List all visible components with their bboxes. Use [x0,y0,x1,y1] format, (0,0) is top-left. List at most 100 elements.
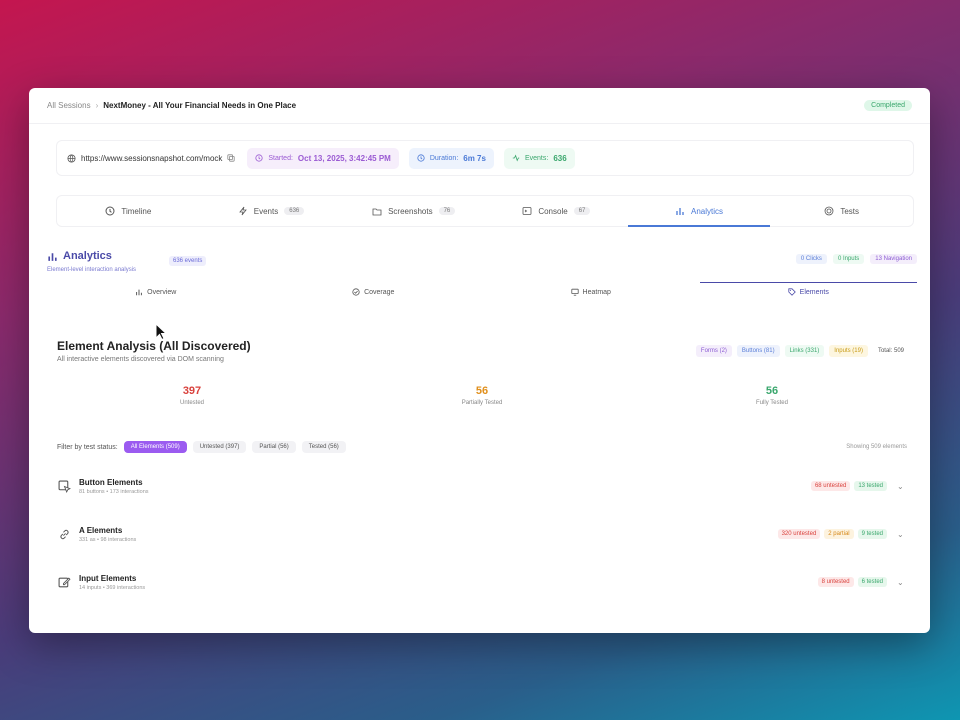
summary-value: 397 [182,385,202,397]
session-url: https://www.sessionsnapshot.com/mock [65,154,237,163]
test-summary: 397 Untested 56 Partially Tested 56 Full… [47,385,917,406]
element-group-input[interactable]: Input Elements 14 inputs • 369 interacti… [57,564,907,600]
group-name: Button Elements [79,477,143,487]
tested-pill: 9 tested [857,529,887,539]
breadcrumb-separator: › [95,101,99,110]
element-group-a[interactable]: A Elements 331 as • 98 interactions 320 … [57,516,907,552]
group-name: Input Elements [79,573,137,583]
subtab-coverage[interactable]: Coverage [265,283,483,301]
group-meta: 14 inputs • 369 interactions [79,584,146,591]
breadcrumb-root[interactable]: All Sessions [47,101,91,110]
session-url-text: https://www.sessionsnapshot.com/mock [81,153,223,163]
summary-caption: Untested [179,400,204,406]
status-badge: Completed [864,100,912,111]
tab-events[interactable]: Events 636 [200,196,343,226]
filter-partial-button[interactable]: Partial (56) [252,441,296,453]
element-analysis-panel: Element Analysis (All Discovered) All in… [47,323,917,623]
analytics-stats: 0 Clicks 0 Inputs 13 Navigation [795,254,917,264]
tested-pill: 6 tested [857,577,887,587]
globe-icon [67,153,76,163]
buttons-count: Buttons (81) [736,345,780,357]
tab-count: 67 [573,207,591,215]
element-group-button[interactable]: Button Elements 81 buttons • 173 interac… [57,468,907,504]
copy-icon[interactable] [227,154,235,162]
links-count: Links (331) [784,345,825,357]
link-icon [57,527,71,541]
element-analysis-title: Element Analysis (All Discovered) [57,339,251,353]
target-icon [824,206,834,216]
untested-pill: 68 untested [810,481,851,491]
tab-label: Console [538,206,568,216]
bar-chart-icon [48,252,57,261]
chevron-down-icon[interactable]: ⌄ [897,578,907,587]
summary-caption: Partially Tested [461,400,503,406]
total-count: Total: 509 [877,348,904,354]
inputs-stat: 0 Inputs [832,254,865,264]
tab-tests[interactable]: Tests [770,196,913,226]
started-chip: Started: Oct 13, 2025, 3:42:45 PM [247,147,399,169]
analytics-title: Analytics [47,250,112,262]
group-name: A Elements [79,525,123,535]
summary-caption: Fully Tested [756,400,788,406]
tab-screenshots[interactable]: Screenshots 76 [342,196,485,226]
events-value: 636 [553,153,567,163]
tab-console[interactable]: Console 67 [485,196,628,226]
tab-label: Timeline [121,206,152,216]
folder-icon [372,208,382,216]
subtab-label: Elements [799,288,829,296]
element-type-counts: Forms (2) Buttons (81) Links (331) Input… [695,345,909,357]
terminal-icon [522,207,532,215]
tab-label: Screenshots [388,206,433,216]
tab-label: Analytics [691,206,724,216]
summary-value: 56 [475,385,489,397]
filter-all-button[interactable]: All Elements (509) [123,441,187,453]
session-info-bar: https://www.sessionsnapshot.com/mock Sta… [56,140,914,176]
pointer-icon [57,479,71,493]
started-value: Oct 13, 2025, 3:42:45 PM [297,153,391,163]
tested-pill: 13 tested [854,481,887,491]
bar-chart-icon [136,289,143,296]
subtab-elements[interactable]: Elements [699,282,918,301]
subtab-label: Coverage [364,288,395,296]
clock-icon [417,154,425,162]
group-text: Input Elements 14 inputs • 369 interacti… [79,574,145,591]
subtab-overview[interactable]: Overview [47,283,265,301]
showing-count: Showing 509 elements [846,444,907,450]
group-meta: 331 as • 98 interactions [79,536,137,543]
group-status-pills: 8 untested 6 tested ⌄ [817,577,907,587]
navigation-stat: 13 Navigation [870,254,917,264]
analytics-subtabs: Overview Coverage Heatmap Elements [47,282,918,301]
forms-count: Forms (2) [695,345,732,357]
chevron-down-icon[interactable]: ⌄ [897,482,907,491]
filter-tested-button[interactable]: Tested (56) [301,441,346,453]
filter-untested-button[interactable]: Untested (397) [192,441,247,453]
summary-value: 56 [765,385,779,397]
inputs-count: Inputs (19) [829,345,868,357]
tab-timeline[interactable]: Timeline [57,196,200,226]
session-window: All Sessions › NextMoney - All Your Fina… [29,88,930,633]
breadcrumb: All Sessions › NextMoney - All Your Fina… [29,88,930,124]
tab-label: Tests [840,206,860,216]
untested-pill: 8 untested [817,577,854,587]
clock-icon [105,206,115,216]
duration-value: 6m 7s [463,153,486,163]
duration-chip: Duration: 6m 7s [408,147,494,169]
analytics-subtitle: Element-level interaction analysis [47,267,137,273]
group-text: Button Elements 81 buttons • 173 interac… [79,478,149,495]
mouse-cursor-icon [155,323,167,341]
edit-icon [57,575,71,589]
group-status-pills: 68 untested 13 tested ⌄ [810,481,907,491]
filter-label: Filter by test status: [57,443,118,451]
main-tabs: Timeline Events 636 Screenshots 76 Conso… [56,195,914,227]
chevron-down-icon[interactable]: ⌄ [897,530,907,539]
analytics-title-text: Analytics [63,250,112,262]
tab-analytics[interactable]: Analytics [627,196,771,227]
tab-label: Events [253,206,279,216]
page-title: NextMoney - All Your Financial Needs in … [103,101,297,110]
subtab-heatmap[interactable]: Heatmap [482,283,700,301]
clock-icon [255,154,263,162]
bolt-icon [238,206,247,216]
started-label: Started: [268,154,293,162]
bar-chart-icon [676,208,684,215]
group-status-pills: 320 untested 2 partial 9 tested ⌄ [777,529,907,539]
